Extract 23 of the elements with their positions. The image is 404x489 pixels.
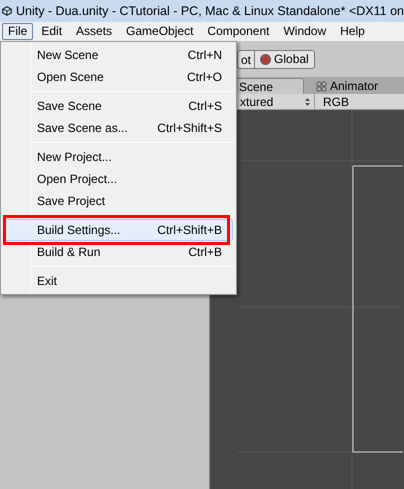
tab[interactable]: Animator [308,78,386,94]
menu-item[interactable]: Save Scene as... Ctrl+Shift+S [4,117,233,139]
menu-item[interactable]: Build & Run Ctrl+B [4,241,233,263]
menu-item[interactable]: New Scene Ctrl+N [4,44,233,66]
menu-item[interactable]: Open Project... [4,168,233,190]
menu-bar-item[interactable]: Window [277,23,332,40]
render-mode-dropdown[interactable]: RGB [315,94,404,109]
menu-item[interactable]: Build Settings... Ctrl+Shift+B [4,219,233,241]
nodes-icon [316,80,327,92]
menu-bar-item[interactable]: Help [334,23,371,40]
menu-item[interactable]: Open Scene Ctrl+O [4,66,233,88]
menu-item[interactable]: Save Project [4,190,233,212]
pivot-button[interactable]: ot [237,50,256,68]
updown-icon [305,98,310,106]
menu-item[interactable]: Exit [4,270,233,292]
menu-bar-item[interactable]: File [2,23,34,40]
menu-item[interactable]: New Project... [4,146,233,168]
menu-bar-item[interactable]: Component [201,23,276,40]
menu-bar-item[interactable]: Edit [35,23,68,40]
menu-bar-item[interactable]: GameObject [120,23,200,40]
window-title: Unity - Dua.unity - CTutorial - PC, Mac & Linux Standalone* <DX11 on [16,2,404,20]
global-button[interactable]: Global [255,50,315,68]
menu-bar-item[interactable]: Assets [70,23,118,40]
